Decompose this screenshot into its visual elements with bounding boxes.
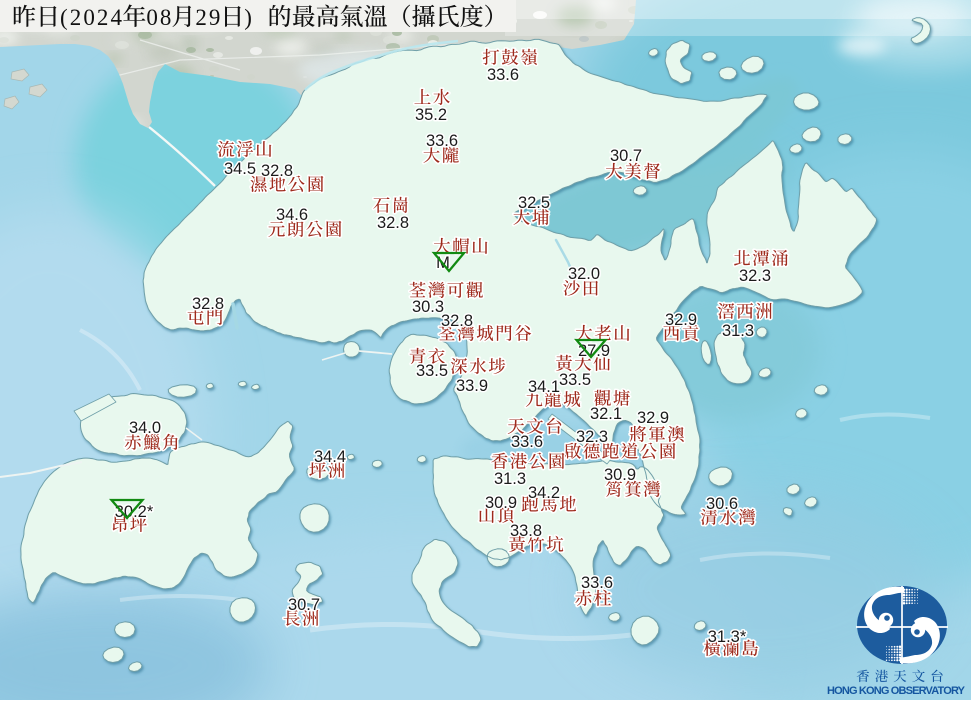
svg-text:34.4: 34.4 (314, 448, 346, 466)
svg-text:33.6: 33.6 (487, 66, 519, 84)
svg-text:32.8: 32.8 (261, 162, 293, 180)
svg-text:32.8: 32.8 (441, 312, 473, 330)
svg-text:34.6: 34.6 (276, 206, 308, 224)
svg-text:32.3: 32.3 (576, 428, 608, 446)
svg-text:30.9: 30.9 (485, 494, 517, 512)
svg-text:32.0: 32.0 (568, 265, 600, 283)
svg-text:(2024: (2024 (60, 5, 123, 30)
svg-text:33.6: 33.6 (581, 574, 613, 592)
svg-text:30.6: 30.6 (706, 495, 738, 513)
svg-text:): ) (244, 5, 252, 30)
svg-text:30.9: 30.9 (604, 466, 636, 484)
svg-text:27.9: 27.9 (578, 342, 610, 360)
svg-text:34.2: 34.2 (528, 484, 560, 502)
svg-text:32.9: 32.9 (637, 409, 669, 427)
svg-text:33.5: 33.5 (559, 371, 591, 389)
svg-text:33.5: 33.5 (416, 362, 448, 380)
svg-text:30.3: 30.3 (412, 298, 444, 316)
svg-text:31.3*: 31.3* (708, 628, 747, 646)
svg-text:32.5: 32.5 (518, 194, 550, 212)
svg-text:32.8: 32.8 (192, 295, 224, 313)
svg-text:31.3: 31.3 (722, 322, 754, 340)
svg-text:33.6: 33.6 (426, 132, 458, 150)
svg-text:33.6: 33.6 (511, 433, 543, 451)
svg-text:33.9: 33.9 (456, 377, 488, 395)
svg-text:32.3: 32.3 (739, 267, 771, 285)
svg-text:32.9: 32.9 (665, 311, 697, 329)
svg-text:31.3: 31.3 (494, 470, 526, 488)
svg-text:34.1: 34.1 (528, 378, 560, 396)
svg-text:30.7: 30.7 (288, 596, 320, 614)
svg-text:34.5: 34.5 (224, 160, 256, 178)
svg-text:HONG KONG OBSERVATORY: HONG KONG OBSERVATORY (827, 685, 966, 697)
svg-text:32.1: 32.1 (590, 405, 622, 423)
svg-text:33.8: 33.8 (510, 522, 542, 540)
svg-text:34.0: 34.0 (129, 419, 161, 437)
svg-text:35.2: 35.2 (415, 106, 447, 124)
svg-text:32.8: 32.8 (377, 214, 409, 232)
svg-text:30.7: 30.7 (610, 147, 642, 165)
